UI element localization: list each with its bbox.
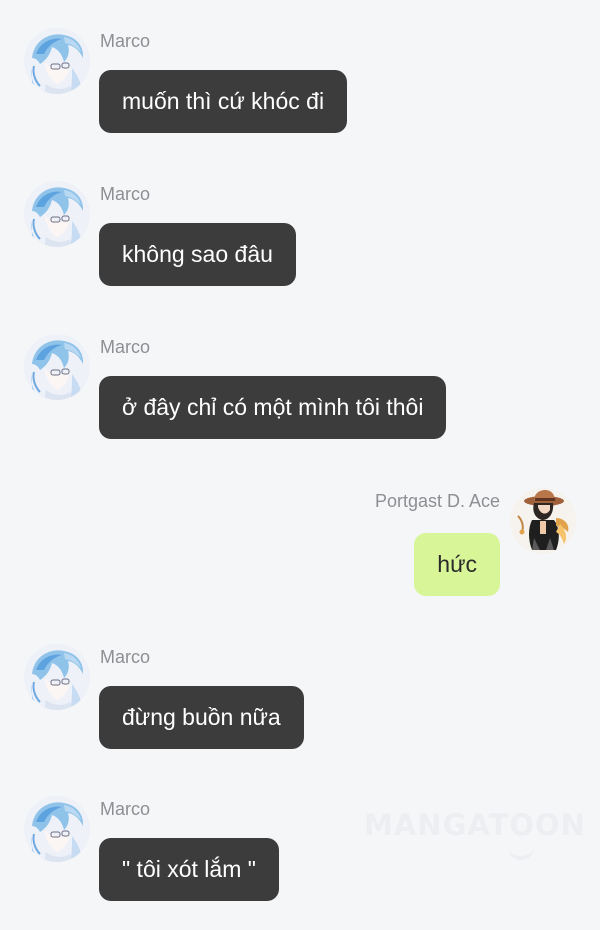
incoming-message-bubble[interactable]: " tôi xót lắm " [99,838,279,901]
mangatoon-watermark: MANGATOON [364,808,586,842]
ace-avatar[interactable] [510,488,576,554]
incoming-message-bubble[interactable]: đừng buồn nữa [99,686,304,749]
sender-name: Marco [100,184,151,204]
marco-avatar-image [24,334,90,400]
marco-avatar[interactable] [24,28,90,94]
sender-name: Portgast D. Ace [374,491,500,511]
sender-name: Marco [100,31,151,51]
incoming-message-bubble[interactable]: ở đây chỉ có một mình tôi thôi [99,376,447,439]
marco-avatar[interactable] [24,644,90,710]
marco-avatar-image [24,181,90,247]
marco-avatar-image [24,28,90,94]
outgoing-message-bubble[interactable]: hức [414,533,500,596]
marco-avatar[interactable] [24,334,90,400]
marco-avatar[interactable] [24,181,90,247]
sender-name: Marco [100,647,151,667]
incoming-message-bubble[interactable]: muốn thì cứ khóc đi [99,70,348,133]
marco-avatar[interactable] [24,796,90,862]
chat-thread: Marco muốn thì cứ khóc đi Marco không sa… [0,0,600,930]
sender-name: Marco [100,799,151,819]
marco-avatar-image [24,796,90,862]
marco-avatar-image [24,644,90,710]
ace-avatar-image [510,488,576,554]
incoming-message-bubble[interactable]: không sao đâu [99,223,296,286]
sender-name: Marco [100,337,151,357]
